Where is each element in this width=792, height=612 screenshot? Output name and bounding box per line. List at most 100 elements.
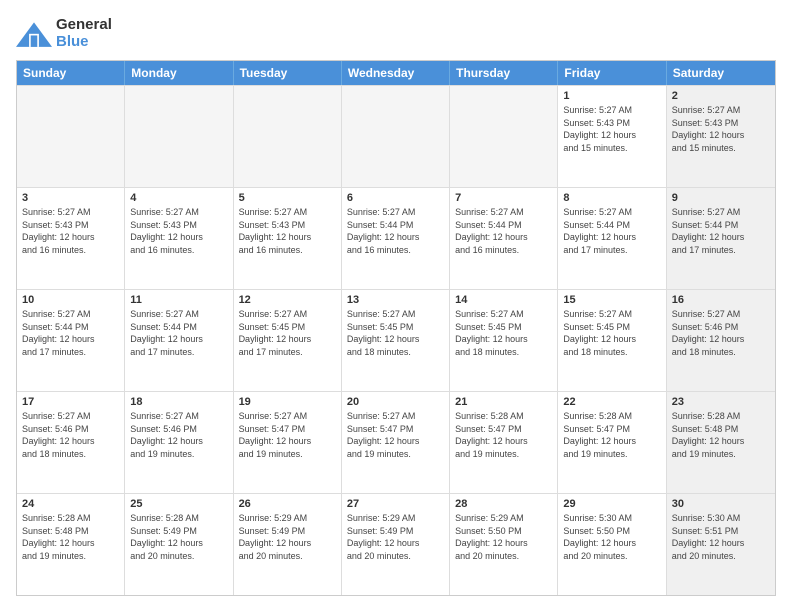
cell-info: Sunrise: 5:29 AM Sunset: 5:50 PM Dayligh…: [455, 512, 552, 562]
cell-info: Sunrise: 5:27 AM Sunset: 5:46 PM Dayligh…: [22, 410, 119, 460]
day-number: 27: [347, 498, 444, 510]
calendar-cell: 12 Sunrise: 5:27 AM Sunset: 5:45 PM Dayli…: [234, 290, 342, 391]
calendar-body: 1 Sunrise: 5:27 AM Sunset: 5:43 PM Daylig…: [17, 85, 775, 595]
calendar: SundayMondayTuesdayWednesdayThursdayFrid…: [16, 60, 776, 596]
calendar-cell: 10 Sunrise: 5:27 AM Sunset: 5:44 PM Dayli…: [17, 290, 125, 391]
cell-info: Sunrise: 5:27 AM Sunset: 5:43 PM Dayligh…: [130, 206, 227, 256]
calendar-cell: 22 Sunrise: 5:28 AM Sunset: 5:47 PM Dayli…: [558, 392, 666, 493]
day-number: 1: [563, 90, 660, 102]
calendar-row: 1 Sunrise: 5:27 AM Sunset: 5:43 PM Daylig…: [17, 85, 775, 187]
calendar-row: 17 Sunrise: 5:27 AM Sunset: 5:46 PM Dayli…: [17, 391, 775, 493]
calendar-cell: 11 Sunrise: 5:27 AM Sunset: 5:44 PM Dayli…: [125, 290, 233, 391]
calendar-row: 10 Sunrise: 5:27 AM Sunset: 5:44 PM Dayli…: [17, 289, 775, 391]
day-number: 7: [455, 192, 552, 204]
cell-info: Sunrise: 5:27 AM Sunset: 5:45 PM Dayligh…: [455, 308, 552, 358]
cell-info: Sunrise: 5:27 AM Sunset: 5:43 PM Dayligh…: [22, 206, 119, 256]
header-cell-monday: Monday: [125, 61, 233, 85]
calendar-cell: [125, 86, 233, 187]
calendar-cell: 2Sunrise: 5:27 AM Sunset: 5:43 PM Daylig…: [667, 86, 775, 187]
calendar-cell: [234, 86, 342, 187]
cell-info: Sunrise: 5:27 AM Sunset: 5:44 PM Dayligh…: [672, 206, 770, 256]
day-number: 30: [672, 498, 770, 510]
calendar-cell: 29Sunrise: 5:30 AM Sunset: 5:50 PM Dayli…: [558, 494, 666, 595]
cell-info: Sunrise: 5:27 AM Sunset: 5:44 PM Dayligh…: [563, 206, 660, 256]
cell-info: Sunrise: 5:27 AM Sunset: 5:44 PM Dayligh…: [455, 206, 552, 256]
header-cell-friday: Friday: [558, 61, 666, 85]
day-number: 15: [563, 294, 660, 306]
calendar-cell: 25 Sunrise: 5:28 AM Sunset: 5:49 PM Dayli…: [125, 494, 233, 595]
day-number: 19: [239, 396, 336, 408]
day-number: 10: [22, 294, 119, 306]
cell-info: Sunrise: 5:27 AM Sunset: 5:45 PM Dayligh…: [347, 308, 444, 358]
day-number: 9: [672, 192, 770, 204]
calendar-cell: 18 Sunrise: 5:27 AM Sunset: 5:46 PM Dayli…: [125, 392, 233, 493]
day-number: 14: [455, 294, 552, 306]
cell-info: Sunrise: 5:28 AM Sunset: 5:47 PM Dayligh…: [455, 410, 552, 460]
cell-info: Sunrise: 5:28 AM Sunset: 5:47 PM Dayligh…: [563, 410, 660, 460]
day-number: 24: [22, 498, 119, 510]
cell-info: Sunrise: 5:28 AM Sunset: 5:48 PM Dayligh…: [22, 512, 119, 562]
day-number: 22: [563, 396, 660, 408]
day-number: 2: [672, 90, 770, 102]
cell-info: Sunrise: 5:27 AM Sunset: 5:46 PM Dayligh…: [130, 410, 227, 460]
day-number: 17: [22, 396, 119, 408]
day-number: 13: [347, 294, 444, 306]
day-number: 23: [672, 396, 770, 408]
calendar-cell: 9 Sunrise: 5:27 AM Sunset: 5:44 PM Daylig…: [667, 188, 775, 289]
calendar-cell: 3 Sunrise: 5:27 AM Sunset: 5:43 PM Daylig…: [17, 188, 125, 289]
day-number: 21: [455, 396, 552, 408]
day-number: 3: [22, 192, 119, 204]
calendar-cell: 26Sunrise: 5:29 AM Sunset: 5:49 PM Dayli…: [234, 494, 342, 595]
day-number: 11: [130, 294, 227, 306]
calendar-cell: 4 Sunrise: 5:27 AM Sunset: 5:43 PM Daylig…: [125, 188, 233, 289]
header-cell-thursday: Thursday: [450, 61, 558, 85]
cell-info: Sunrise: 5:27 AM Sunset: 5:45 PM Dayligh…: [239, 308, 336, 358]
calendar-cell: 16Sunrise: 5:27 AM Sunset: 5:46 PM Dayli…: [667, 290, 775, 391]
header-cell-sunday: Sunday: [17, 61, 125, 85]
cell-info: Sunrise: 5:27 AM Sunset: 5:44 PM Dayligh…: [22, 308, 119, 358]
cell-info: Sunrise: 5:27 AM Sunset: 5:44 PM Dayligh…: [130, 308, 227, 358]
header-cell-tuesday: Tuesday: [234, 61, 342, 85]
calendar-cell: 7 Sunrise: 5:27 AM Sunset: 5:44 PM Daylig…: [450, 188, 558, 289]
day-number: 16: [672, 294, 770, 306]
calendar-cell: 8 Sunrise: 5:27 AM Sunset: 5:44 PM Daylig…: [558, 188, 666, 289]
header-cell-saturday: Saturday: [667, 61, 775, 85]
calendar-cell: 14 Sunrise: 5:27 AM Sunset: 5:45 PM Dayli…: [450, 290, 558, 391]
calendar-cell: 6Sunrise: 5:27 AM Sunset: 5:44 PM Daylig…: [342, 188, 450, 289]
calendar-cell: 20Sunrise: 5:27 AM Sunset: 5:47 PM Dayli…: [342, 392, 450, 493]
calendar-cell: [17, 86, 125, 187]
calendar-cell: 30 Sunrise: 5:30 AM Sunset: 5:51 PM Dayli…: [667, 494, 775, 595]
calendar-cell: 24 Sunrise: 5:28 AM Sunset: 5:48 PM Dayli…: [17, 494, 125, 595]
calendar-cell: 13 Sunrise: 5:27 AM Sunset: 5:45 PM Dayli…: [342, 290, 450, 391]
cell-info: Sunrise: 5:29 AM Sunset: 5:49 PM Dayligh…: [347, 512, 444, 562]
header-cell-wednesday: Wednesday: [342, 61, 450, 85]
calendar-row: 3 Sunrise: 5:27 AM Sunset: 5:43 PM Daylig…: [17, 187, 775, 289]
cell-info: Sunrise: 5:27 AM Sunset: 5:43 PM Dayligh…: [563, 104, 660, 154]
calendar-row: 24 Sunrise: 5:28 AM Sunset: 5:48 PM Dayli…: [17, 493, 775, 595]
calendar-cell: 17 Sunrise: 5:27 AM Sunset: 5:46 PM Dayli…: [17, 392, 125, 493]
day-number: 25: [130, 498, 227, 510]
day-number: 20: [347, 396, 444, 408]
calendar-cell: 1 Sunrise: 5:27 AM Sunset: 5:43 PM Daylig…: [558, 86, 666, 187]
day-number: 8: [563, 192, 660, 204]
calendar-cell: 27 Sunrise: 5:29 AM Sunset: 5:49 PM Dayli…: [342, 494, 450, 595]
logo-text: General Blue: [56, 16, 112, 50]
cell-info: Sunrise: 5:27 AM Sunset: 5:47 PM Dayligh…: [239, 410, 336, 460]
day-number: 4: [130, 192, 227, 204]
cell-info: Sunrise: 5:27 AM Sunset: 5:43 PM Dayligh…: [239, 206, 336, 256]
calendar-cell: 21 Sunrise: 5:28 AM Sunset: 5:47 PM Dayli…: [450, 392, 558, 493]
cell-info: Sunrise: 5:27 AM Sunset: 5:44 PM Dayligh…: [347, 206, 444, 256]
day-number: 28: [455, 498, 552, 510]
day-number: 5: [239, 192, 336, 204]
calendar-cell: 15 Sunrise: 5:27 AM Sunset: 5:45 PM Dayli…: [558, 290, 666, 391]
logo: General Blue: [16, 16, 112, 50]
day-number: 18: [130, 396, 227, 408]
day-number: 12: [239, 294, 336, 306]
cell-info: Sunrise: 5:28 AM Sunset: 5:49 PM Dayligh…: [130, 512, 227, 562]
logo-icon: [16, 19, 52, 47]
cell-info: Sunrise: 5:30 AM Sunset: 5:51 PM Dayligh…: [672, 512, 770, 562]
header-row: General Blue: [16, 16, 776, 50]
calendar-header: SundayMondayTuesdayWednesdayThursdayFrid…: [17, 61, 775, 85]
cell-info: Sunrise: 5:27 AM Sunset: 5:45 PM Dayligh…: [563, 308, 660, 358]
cell-info: Sunrise: 5:28 AM Sunset: 5:48 PM Dayligh…: [672, 410, 770, 460]
